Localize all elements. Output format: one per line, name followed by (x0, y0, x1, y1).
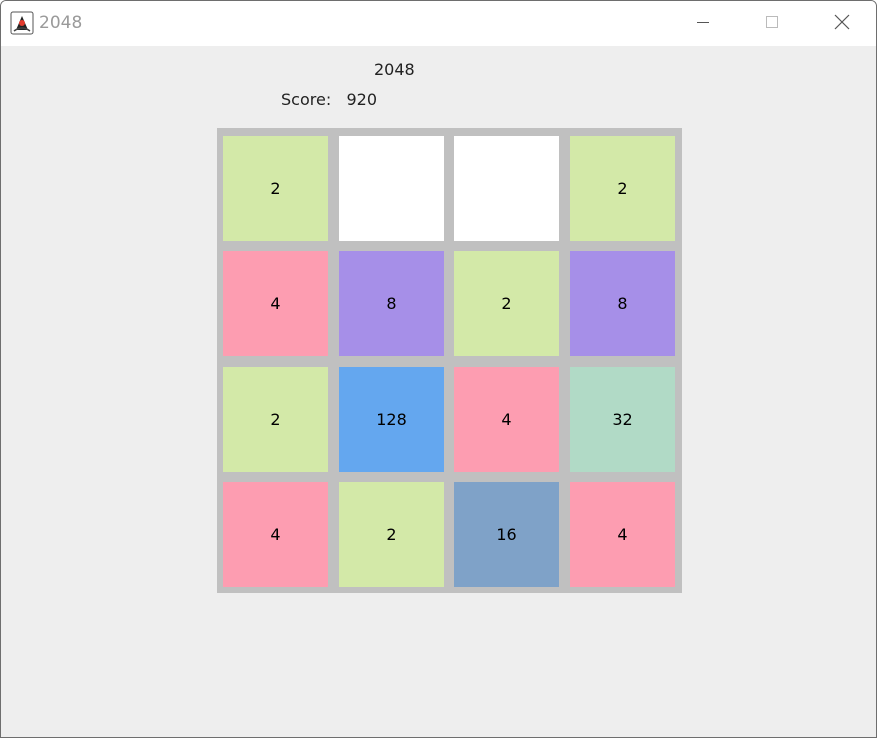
title-bar[interactable]: 2048 (1, 1, 876, 46)
game-board[interactable]: 2 2 4 8 2 8 2 128 4 32 4 2 16 4 (217, 128, 682, 593)
tile-128: 128 (339, 367, 444, 472)
game-title: 2048 (374, 60, 415, 79)
tile-2: 2 (223, 136, 328, 241)
maximize-button[interactable] (749, 1, 795, 46)
tile-8: 8 (339, 251, 444, 356)
game-panel: 2048 Score: 920 2 2 4 8 2 8 2 128 4 32 4 2 16 4 (1, 46, 876, 737)
close-icon (833, 13, 851, 35)
close-button[interactable] (819, 1, 865, 46)
tile-4: 4 (570, 482, 675, 587)
minimize-icon (695, 14, 711, 34)
tile-4: 4 (454, 367, 559, 472)
tile-2: 2 (570, 136, 675, 241)
tile-2: 2 (339, 482, 444, 587)
tile-2: 2 (223, 367, 328, 472)
java-duke-icon (10, 11, 34, 35)
maximize-icon (764, 14, 780, 34)
tile-32: 32 (570, 367, 675, 472)
tile-2: 2 (454, 251, 559, 356)
tile-4: 4 (223, 251, 328, 356)
tile-16: 16 (454, 482, 559, 587)
score-display: Score: 920 (281, 90, 377, 109)
window-title: 2048 (39, 13, 83, 33)
app-window: 2048 2048 Score: 920 2 2 4 8 2 8 2 128 4 32 4 2 16 4 (0, 0, 877, 738)
tile-empty (454, 136, 559, 241)
tile-4: 4 (223, 482, 328, 587)
score-value: 920 (346, 90, 378, 109)
minimize-button[interactable] (680, 1, 726, 46)
score-label: Score: (281, 90, 332, 109)
tile-8: 8 (570, 251, 675, 356)
tile-empty (339, 136, 444, 241)
